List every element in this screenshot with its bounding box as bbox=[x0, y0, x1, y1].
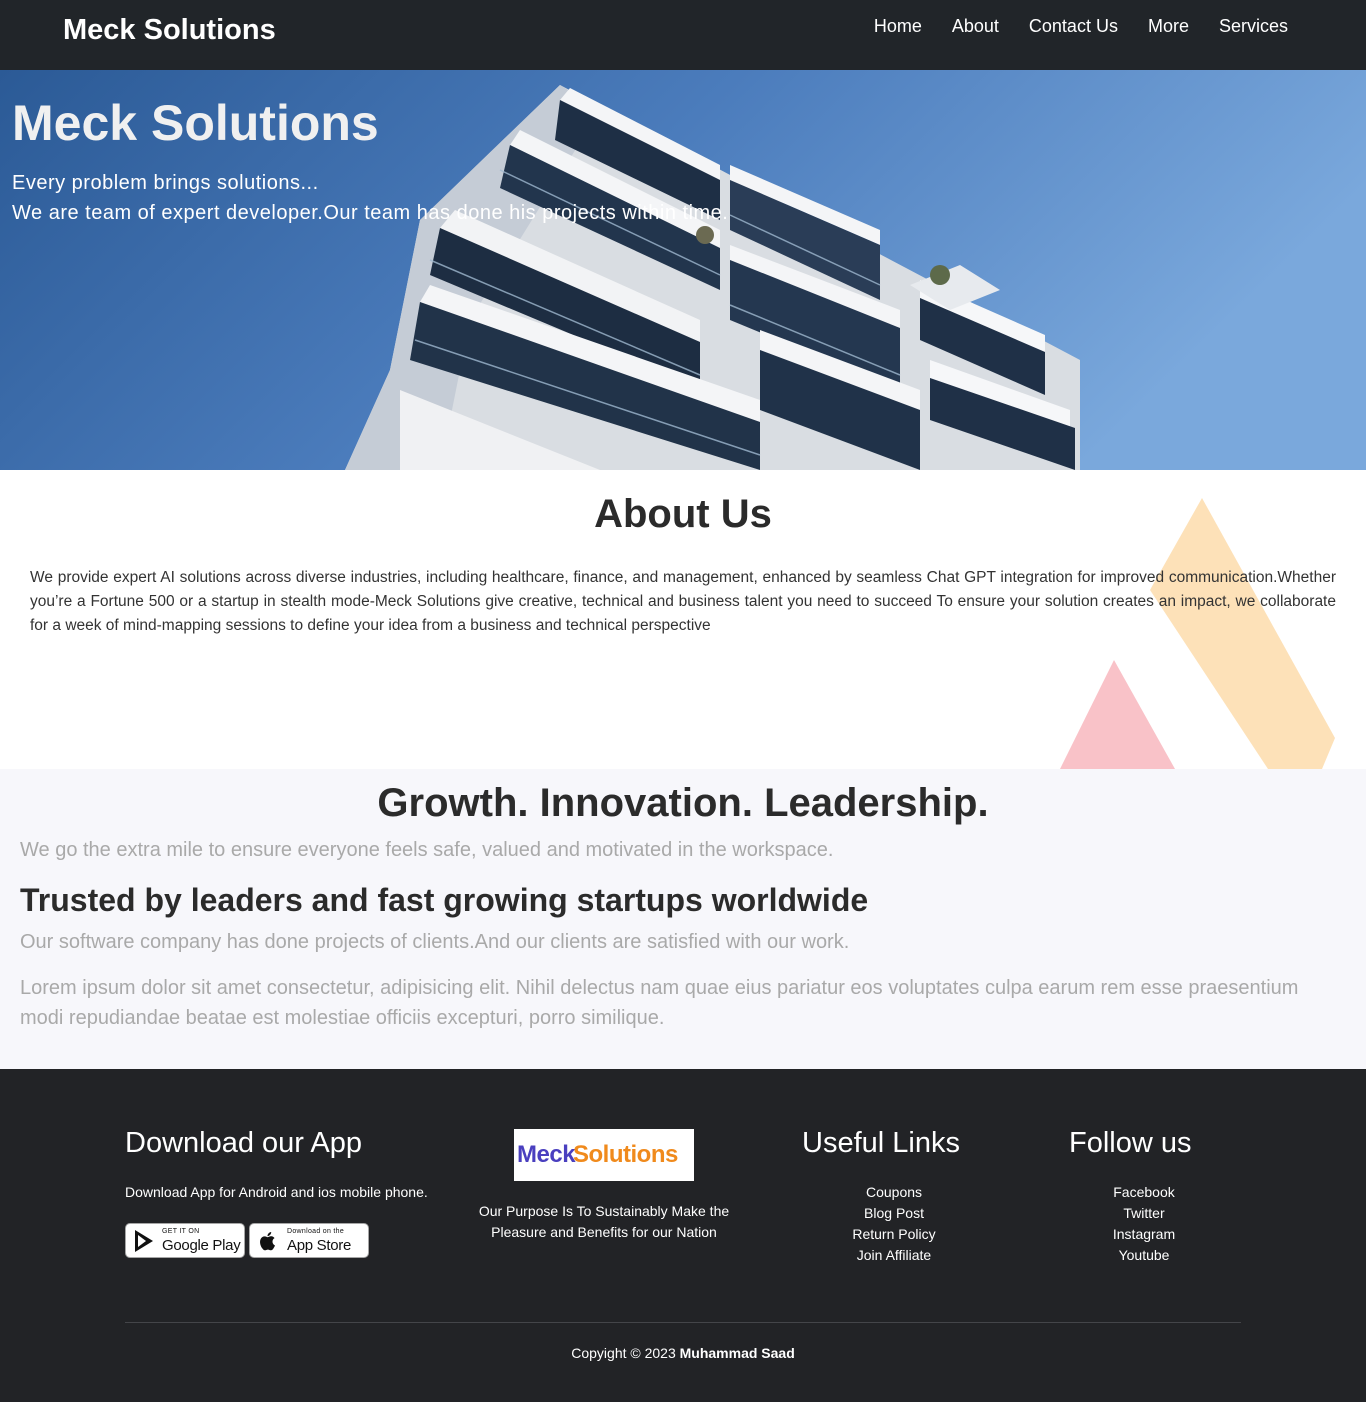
link-coupons[interactable]: Coupons bbox=[834, 1182, 954, 1203]
footer-logo[interactable]: Meck Solutions bbox=[514, 1129, 694, 1181]
logo-text-solutions: Solutions bbox=[573, 1141, 678, 1168]
hero-description: We are team of expert developer.Our team… bbox=[12, 202, 729, 224]
link-twitter[interactable]: Twitter bbox=[1084, 1203, 1204, 1224]
apple-icon bbox=[260, 1232, 275, 1251]
link-return-policy[interactable]: Return Policy bbox=[834, 1224, 954, 1245]
trusted-heading: Trusted by leaders and fast growing star… bbox=[20, 882, 869, 918]
growth-section: Growth. Innovation. Leadership. We go th… bbox=[0, 769, 1366, 1069]
link-youtube[interactable]: Youtube bbox=[1084, 1245, 1204, 1266]
nav-links: Home About Contact Us More Services bbox=[874, 16, 1288, 37]
clients-text: Our software company has done projects o… bbox=[20, 931, 850, 953]
follow-us-heading: Follow us bbox=[1069, 1127, 1192, 1159]
about-title: About Us bbox=[594, 492, 772, 536]
nav-link-home[interactable]: Home bbox=[874, 16, 922, 37]
copyright-author: Muhammad Saad bbox=[679, 1345, 795, 1361]
brand-logo[interactable]: Meck Solutions bbox=[63, 14, 276, 47]
nav-link-about[interactable]: About bbox=[952, 16, 999, 37]
link-join-affiliate[interactable]: Join Affiliate bbox=[834, 1245, 954, 1266]
about-section: About Us We provide expert AI solutions … bbox=[0, 470, 1366, 769]
app-store-button[interactable]: Download on the App Store bbox=[249, 1223, 369, 1258]
google-play-small-text: GET IT ON bbox=[162, 1228, 200, 1235]
app-store-label: App Store bbox=[287, 1237, 352, 1254]
navbar: Meck Solutions Home About Contact Us Mor… bbox=[0, 0, 1366, 70]
hero-banner: Meck Solutions Every problem brings solu… bbox=[0, 70, 1366, 470]
copyright-prefix: Copyight © 2023 bbox=[571, 1345, 676, 1361]
google-play-label: Google Play bbox=[162, 1237, 241, 1254]
nav-link-more[interactable]: More bbox=[1148, 16, 1189, 37]
social-links-list: Facebook Twitter Instagram Youtube bbox=[1084, 1182, 1204, 1266]
growth-subtitle: We go the extra mile to ensure everyone … bbox=[20, 839, 834, 861]
google-play-icon bbox=[135, 1230, 153, 1252]
hero-title: Meck Solutions bbox=[12, 95, 379, 151]
about-text: We provide expert AI solutions across di… bbox=[30, 569, 1336, 634]
link-facebook[interactable]: Facebook bbox=[1084, 1182, 1204, 1203]
download-app-heading: Download our App bbox=[125, 1127, 362, 1159]
footer-divider bbox=[125, 1322, 1241, 1323]
footer: Download our App Download App for Androi… bbox=[0, 1069, 1366, 1402]
app-store-small-text: Download on the bbox=[287, 1228, 345, 1235]
useful-links-list: Coupons Blog Post Return Policy Join Aff… bbox=[834, 1182, 954, 1266]
logo-text-meck: Meck bbox=[517, 1141, 576, 1168]
growth-title: Growth. Innovation. Leadership. bbox=[377, 781, 989, 825]
hero-tagline: Every problem brings solutions... bbox=[12, 172, 319, 194]
copyright: Copyight © 2023 Muhammad Saad bbox=[0, 1345, 1366, 1361]
link-instagram[interactable]: Instagram bbox=[1084, 1224, 1204, 1245]
nav-link-contact[interactable]: Contact Us bbox=[1029, 16, 1118, 37]
download-app-text: Download App for Android and ios mobile … bbox=[125, 1184, 428, 1200]
google-play-button[interactable]: GET IT ON Google Play bbox=[125, 1223, 245, 1258]
useful-links-heading: Useful Links bbox=[802, 1127, 960, 1159]
lorem-paragraph: Lorem ipsum dolor sit amet consectetur, … bbox=[20, 977, 1299, 1029]
link-blog-post[interactable]: Blog Post bbox=[834, 1203, 954, 1224]
purpose-text: Our Purpose Is To Sustainably Make the P… bbox=[478, 1203, 730, 1240]
nav-link-services[interactable]: Services bbox=[1219, 16, 1288, 37]
